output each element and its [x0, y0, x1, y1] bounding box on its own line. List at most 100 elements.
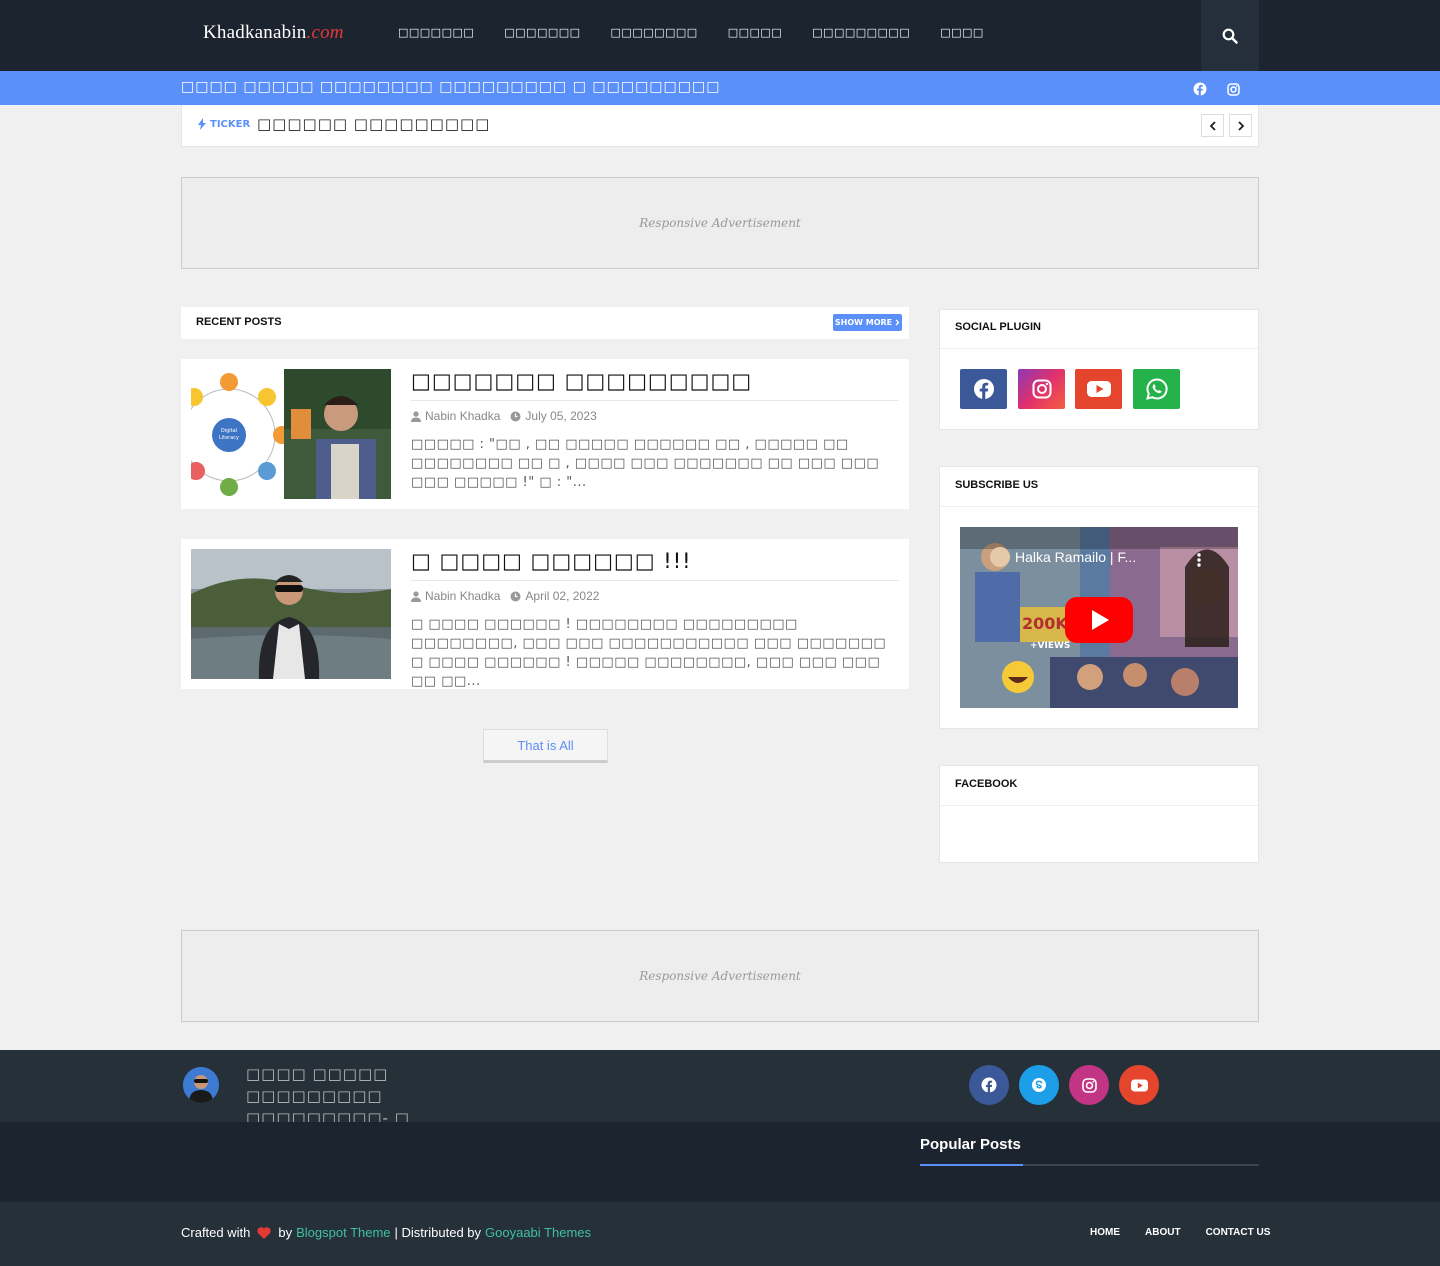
video-menu-icon[interactable]	[1197, 552, 1201, 571]
recent-posts-title: RECENT POSTS	[196, 316, 282, 328]
chevron-left-icon	[1209, 120, 1216, 131]
instagram-icon	[1032, 379, 1051, 399]
widget-divider	[940, 506, 1258, 507]
credit-by: by	[278, 1225, 293, 1240]
heart-icon	[257, 1226, 271, 1239]
popular-accent-line	[920, 1164, 1023, 1166]
post-author[interactable]: Nabin Khadka	[411, 409, 500, 423]
digital-literacy-image: Digital Literacy	[191, 369, 391, 499]
footer-link-contact[interactable]: CONTACT US	[1206, 1227, 1271, 1238]
author-name: Nabin Khadka	[425, 409, 501, 423]
facebook-button[interactable]	[960, 369, 1007, 409]
facebook-widget-title: FACEBOOK	[955, 778, 1018, 790]
widget-divider	[940, 805, 1258, 806]
popular-posts-title: Popular Posts	[920, 1136, 1021, 1153]
footer-youtube-link[interactable]	[1119, 1065, 1159, 1105]
nav-item-1[interactable]: □□□□□□□	[398, 26, 474, 39]
site-tagline: □□□□ □□□□□ □□□□□□□□ □□□□□□□□□ □ □□□□□□□□…	[181, 79, 721, 95]
post-thumbnail[interactable]: Digital Literacy	[191, 369, 391, 499]
post-author[interactable]: Nabin Khadka	[411, 589, 500, 603]
header-facebook-link[interactable]	[1191, 80, 1209, 98]
footer-link-about[interactable]: ABOUT	[1145, 1227, 1181, 1238]
ad-label: Responsive Advertisement	[639, 216, 801, 230]
ad-label: Responsive Advertisement	[639, 969, 801, 983]
nav-item-5[interactable]: □□□□□□□□□	[812, 26, 910, 39]
ticker-prev-button[interactable]	[1201, 114, 1224, 137]
clock-icon	[510, 591, 521, 601]
logo-text: Khadkanabin	[203, 22, 307, 43]
search-icon	[1222, 28, 1238, 44]
ticker-label: TICKER	[198, 118, 250, 130]
footer-facebook-link[interactable]	[969, 1065, 1009, 1105]
credit-prefix: Crafted with	[181, 1225, 251, 1240]
svg-text:Literacy: Literacy	[219, 435, 239, 441]
ticker-headline[interactable]: □□□□□□ □□□□□□□□□	[257, 115, 490, 133]
chevron-right-icon	[1237, 120, 1244, 131]
show-more-button[interactable]: SHOW MORE	[833, 314, 902, 331]
top-advertisement[interactable]: Responsive Advertisement	[181, 177, 1259, 269]
whatsapp-button[interactable]	[1133, 369, 1180, 409]
footer-instagram-link[interactable]	[1069, 1065, 1109, 1105]
whatsapp-icon	[1145, 378, 1168, 400]
credit-distributed: | Distributed by	[394, 1225, 482, 1240]
footer-skype-link[interactable]	[1019, 1065, 1059, 1105]
blogspot-theme-link[interactable]: Blogspot Theme	[296, 1225, 390, 1240]
nav-item-6[interactable]: □□□□	[940, 26, 984, 39]
facebook-icon	[1193, 82, 1207, 96]
nav-item-4[interactable]: □□□□□	[728, 26, 782, 39]
post-meta: Nabin Khadka April 02, 2022	[411, 589, 599, 603]
youtube-icon	[1086, 381, 1111, 397]
main-nav: □□□□□□□ □□□□□□□ □□□□□□□□ □□□□□ □□□□□□□□□…	[398, 26, 984, 39]
instagram-icon	[1081, 1077, 1097, 1093]
show-more-label: SHOW MORE	[834, 318, 893, 327]
skype-icon	[1032, 1078, 1046, 1092]
footer-link-home[interactable]: HOME	[1090, 1227, 1120, 1238]
clock-icon	[510, 411, 521, 421]
header-instagram-link[interactable]	[1224, 80, 1242, 98]
date-text: July 05, 2023	[525, 409, 597, 423]
footer-widgets	[0, 1122, 1440, 1202]
date-text: April 02, 2022	[525, 589, 600, 603]
video-play-button[interactable]	[1065, 597, 1133, 647]
footer-credits: Crafted with by Blogspot Theme | Distrib…	[181, 1225, 591, 1240]
nav-item-3[interactable]: □□□□□□□□	[611, 26, 698, 39]
video-views-badge: 200K	[1022, 614, 1068, 633]
play-icon	[1065, 597, 1133, 643]
avatar-image	[183, 1067, 219, 1103]
recent-posts-header	[181, 307, 909, 339]
facebook-icon	[981, 1077, 997, 1093]
bolt-icon	[198, 118, 206, 130]
video-title: Halka Ramailo | F...	[1015, 549, 1137, 565]
bottom-advertisement[interactable]: Responsive Advertisement	[181, 930, 1259, 1022]
footer-avatar	[183, 1067, 219, 1103]
post-divider	[411, 580, 899, 581]
post-date: July 05, 2023	[510, 409, 597, 423]
search-button[interactable]	[1201, 0, 1259, 71]
user-icon	[411, 590, 421, 602]
instagram-icon	[1226, 82, 1240, 96]
nav-item-2[interactable]: □□□□□□□	[504, 26, 580, 39]
logo-suffix: .com	[306, 22, 344, 43]
post-divider	[411, 400, 899, 401]
youtube-video-embed[interactable]: 200K +VIEWS Halka Ramailo | F...	[960, 527, 1238, 708]
footer-links: HOME ABOUT CONTACT US	[1090, 1227, 1270, 1238]
chevron-right-icon	[895, 319, 900, 326]
gooyaabi-link[interactable]: Gooyaabi Themes	[485, 1225, 591, 1240]
site-logo[interactable]: Khadkanabin.com	[203, 22, 344, 44]
widget-divider	[940, 348, 1258, 349]
post-excerpt: □□□□□ : "□□ , □□ □□□□□ □□□□□□ □□ , □□□□□…	[411, 437, 880, 490]
post-excerpt: □ □□□□ □□□□□□ ! □□□□□□□□ □□□□□□□□□ □□□□□…	[411, 617, 887, 689]
post-title[interactable]: □□□□□□□ □□□□□□□□□	[411, 369, 752, 393]
post-date: April 02, 2022	[510, 589, 599, 603]
facebook-icon	[973, 379, 994, 399]
ticker-next-button[interactable]	[1229, 114, 1252, 137]
svg-text:Digital: Digital	[221, 428, 237, 434]
youtube-button[interactable]	[1075, 369, 1122, 409]
post-title[interactable]: □ □□□□ □□□□□□ !!!	[411, 549, 692, 573]
post-thumbnail[interactable]	[191, 549, 391, 679]
author-name: Nabin Khadka	[425, 589, 501, 603]
instagram-button[interactable]	[1018, 369, 1065, 409]
social-plugin-title: SOCIAL PLUGIN	[955, 321, 1041, 333]
ticker-label-text: TICKER	[210, 118, 251, 130]
that-is-all-button[interactable]: That is All	[483, 729, 608, 763]
